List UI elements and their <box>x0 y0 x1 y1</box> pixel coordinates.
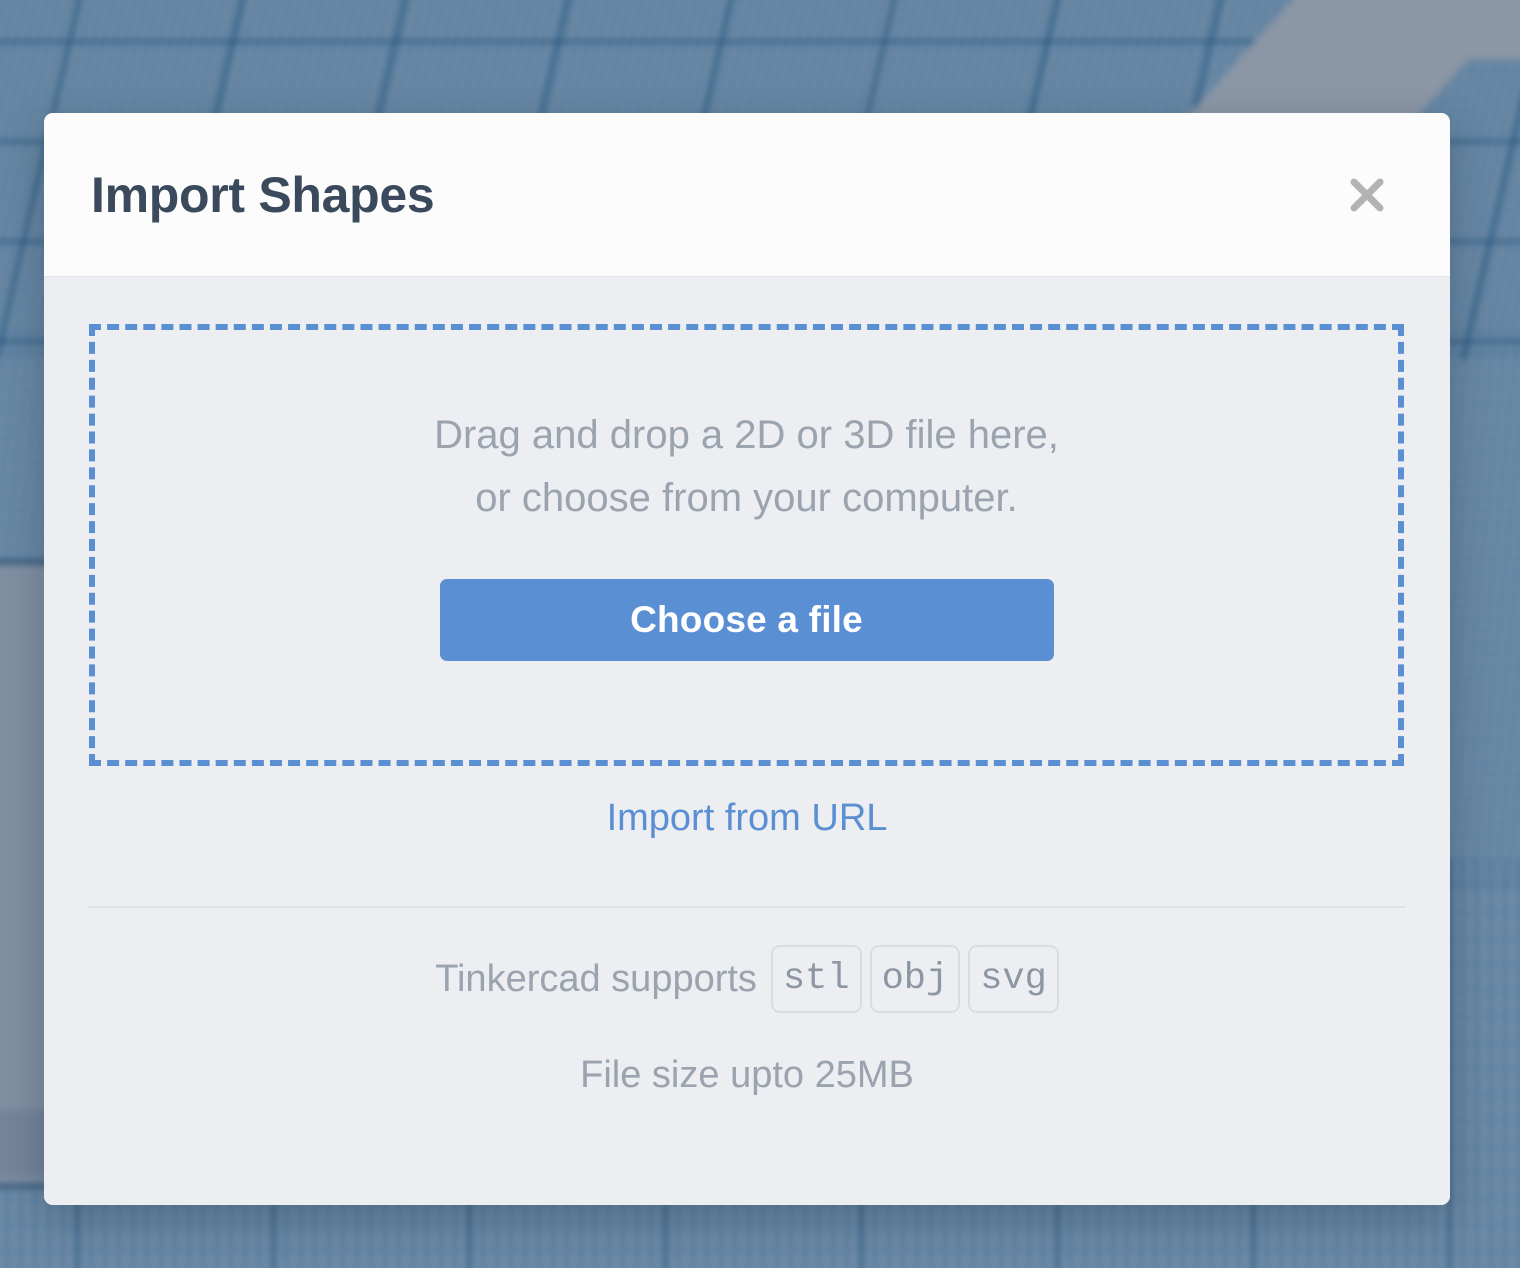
file-drop-zone[interactable]: Drag and drop a 2D or 3D file here, or c… <box>89 324 1404 766</box>
page-title: Import Shapes <box>91 166 435 223</box>
choose-file-button[interactable]: Choose a file <box>439 579 1054 662</box>
dialog-body: Drag and drop a 2D or 3D file here, or c… <box>44 277 1450 1205</box>
import-shapes-dialog: Import Shapes Drag and drop a 2D or 3D f… <box>44 113 1450 1205</box>
drop-zone-instructions: Drag and drop a 2D or 3D file here, or c… <box>434 404 1059 530</box>
close-icon-glyph <box>1350 178 1384 211</box>
section-divider <box>88 906 1406 908</box>
format-chip-svg: svg <box>968 945 1059 1013</box>
supported-formats-row: Tinkercad supports stl obj svg <box>44 945 1450 1013</box>
dialog-header: Import Shapes <box>44 113 1450 277</box>
file-size-limit-note: File size upto 25MB <box>580 1054 914 1096</box>
drop-zone-line-1: Drag and drop a 2D or 3D file here, <box>434 413 1059 457</box>
format-chip-obj: obj <box>869 945 961 1013</box>
format-chip-stl: stl <box>770 945 862 1013</box>
supported-formats-label: Tinkercad supports <box>435 957 757 1000</box>
close-icon[interactable] <box>1339 167 1395 223</box>
import-from-url-link[interactable]: Import from URL <box>44 797 1450 840</box>
workplane-edge-top-right-fill <box>1420 0 1520 60</box>
drop-zone-line-2: or choose from your computer. <box>475 476 1018 521</box>
